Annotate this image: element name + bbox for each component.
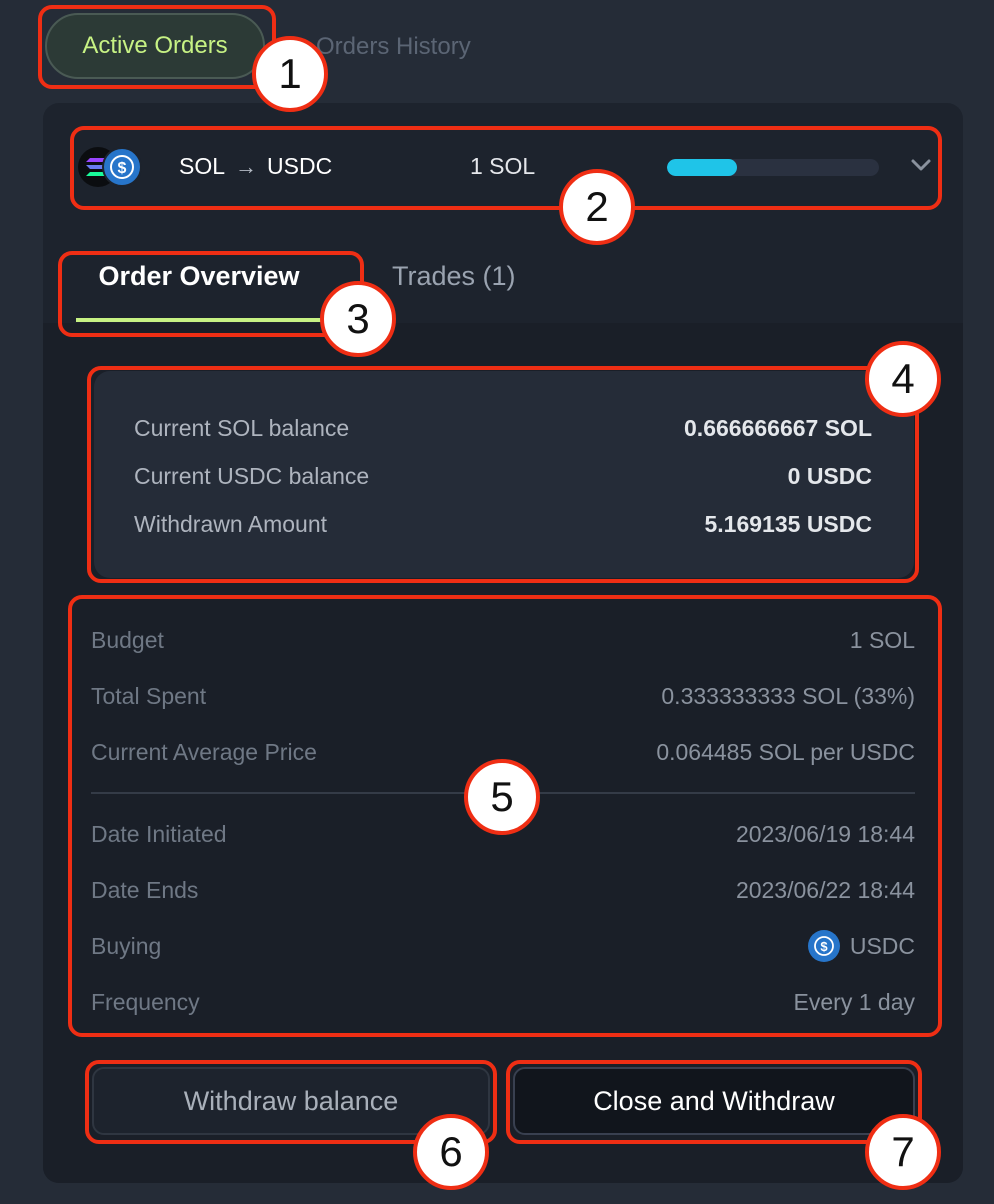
annotation-highlight xyxy=(87,366,919,583)
page: Active Orders Orders History $ SOL → USD… xyxy=(0,0,994,1204)
tab-orders-history[interactable]: Orders History xyxy=(316,30,471,64)
annotation-highlight xyxy=(506,1060,922,1144)
annotation-badge: 4 xyxy=(865,341,941,417)
annotation-badge: 6 xyxy=(413,1114,489,1190)
annotation-highlight xyxy=(58,251,364,337)
annotation-badge: 1 xyxy=(252,36,328,112)
annotation-badge: 7 xyxy=(865,1114,941,1190)
tab-trades[interactable]: Trades (1) xyxy=(392,256,516,296)
annotation-highlight xyxy=(38,5,276,89)
annotation-badge: 2 xyxy=(559,169,635,245)
annotation-badge: 5 xyxy=(464,759,540,835)
annotation-highlight xyxy=(70,126,942,210)
annotation-badge: 3 xyxy=(320,281,396,357)
